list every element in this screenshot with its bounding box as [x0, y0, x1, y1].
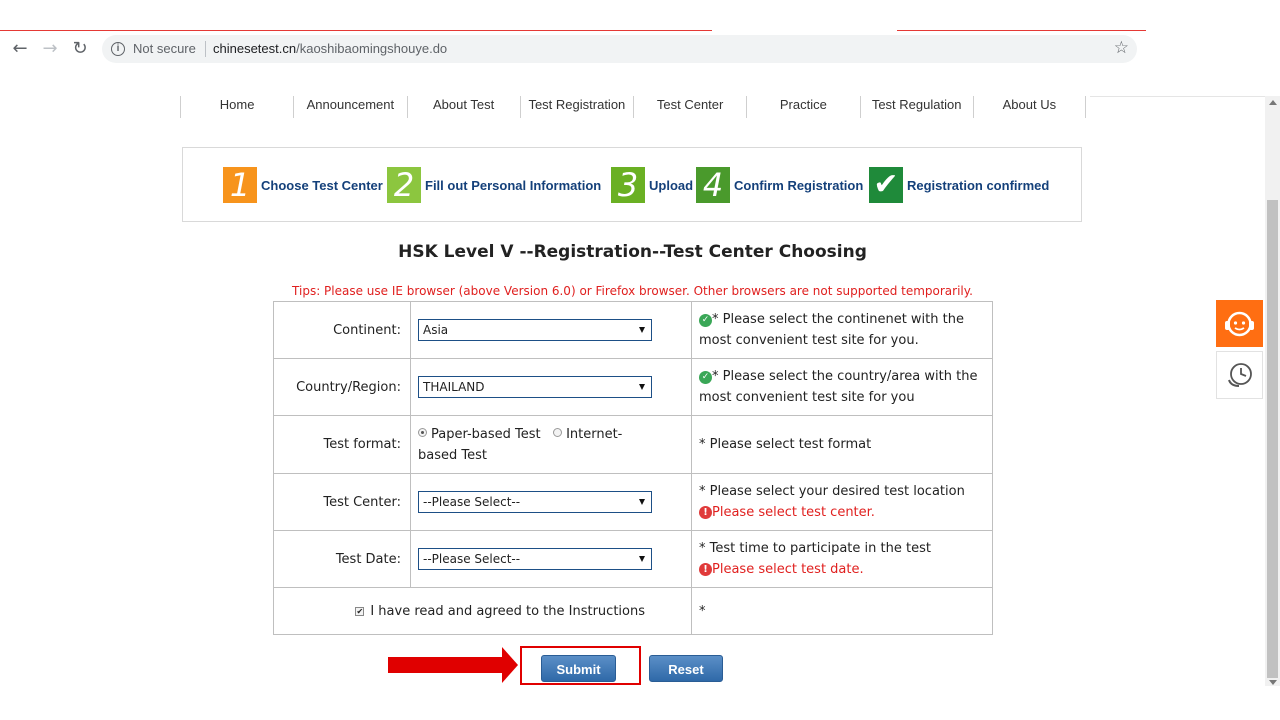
form-row-agree: ✔ I have read and agreed to the Instructi… [273, 587, 993, 635]
center-label: Test Center: [273, 473, 411, 531]
check-circle-icon: ✓ [699, 314, 712, 327]
submit-button[interactable]: Submit [541, 655, 616, 682]
nav-announcement[interactable]: Announcement [293, 96, 406, 118]
step-2: 2 Fill out Personal Information [387, 167, 601, 203]
nav-test-regulation[interactable]: Test Regulation [859, 96, 973, 118]
nav-test-registration[interactable]: Test Registration [519, 96, 633, 118]
nav-about-test[interactable]: About Test [406, 96, 520, 118]
dropdown-arrow-icon [639, 384, 645, 390]
checkmark-icon: ✔ [869, 167, 903, 203]
internet-based-radio[interactable] [553, 427, 563, 437]
error-icon: ! [699, 563, 712, 576]
date-error: Please select test date. [712, 562, 864, 577]
registration-form: Continent: Asia ✓ * Please select the con… [273, 301, 993, 635]
date-label: Test Date: [273, 530, 411, 588]
step-label: Confirm Registration [734, 177, 864, 193]
step-number: 1 [223, 167, 257, 203]
step-number: 2 [387, 167, 421, 203]
registration-steps: 1 Choose Test Center 2 Fill out Personal… [182, 147, 1082, 222]
test-center-select[interactable]: --Please Select-- [418, 491, 652, 513]
step-label: Upload [649, 177, 694, 193]
paper-based-label[interactable]: Paper-based Test [431, 427, 541, 442]
agree-hint: * [691, 587, 993, 635]
address-bar[interactable]: i Not secure chinesetest.cn/kaoshibaomin… [102, 35, 1137, 63]
step-label: Registration confirmed [907, 177, 1050, 193]
nav-practice[interactable]: Practice [746, 96, 859, 118]
step-label: Fill out Personal Information [425, 177, 602, 193]
continent-select[interactable]: Asia [418, 319, 652, 341]
tab-strip-edge [0, 30, 1146, 32]
form-row-center: Test Center: --Please Select-- * Please … [273, 473, 993, 531]
annotation-arrow-head [502, 647, 518, 683]
scrollbar-thumb[interactable] [1267, 200, 1278, 678]
url-text[interactable]: chinesetest.cn/kaoshibaomingshouye.do [213, 41, 447, 56]
date-hint: * Test time to participate in the test [699, 541, 931, 556]
form-row-format: Test format: Paper-based Test Internet-b… [273, 415, 993, 474]
dropdown-arrow-icon [639, 499, 645, 505]
center-error: Please select test center. [712, 505, 875, 520]
form-row-date: Test Date: --Please Select-- * Test time… [273, 530, 993, 588]
dropdown-arrow-icon [639, 556, 645, 562]
bookmark-star-icon[interactable]: ☆ [1114, 38, 1129, 58]
step-number: 3 [611, 167, 645, 203]
scroll-up-icon[interactable] [1269, 100, 1277, 105]
continent-hint: * Please select the continenet with the … [699, 312, 964, 348]
country-label: Country/Region: [273, 358, 411, 416]
step-label: Choose Test Center [261, 177, 383, 193]
agree-label[interactable]: I have read and agreed to the Instructio… [370, 604, 645, 619]
continent-label: Continent: [273, 301, 411, 359]
agree-checkbox[interactable]: ✔ [355, 606, 365, 616]
step-1: 1 Choose Test Center [223, 167, 383, 203]
callback-button[interactable] [1216, 351, 1263, 399]
country-select[interactable]: THAILAND [418, 376, 652, 398]
site-nav: Home Announcement About Test Test Regist… [180, 96, 1086, 118]
browser-tips: Tips: Please use IE browser (above Versi… [292, 284, 973, 298]
browser-toolbar: ← → ↻ i Not secure chinesetest.cn/kaoshi… [0, 34, 1146, 64]
headset-icon [1225, 311, 1254, 337]
page-title: HSK Level V --Registration--Test Center … [398, 242, 867, 262]
format-label: Test format: [273, 415, 411, 474]
annotation-arrow [388, 657, 506, 673]
reload-icon[interactable]: ↻ [69, 38, 91, 60]
step-number: 4 [696, 167, 730, 203]
nav-about-us[interactable]: About Us [972, 96, 1086, 118]
back-arrow-icon[interactable]: ← [9, 38, 31, 60]
scroll-down-icon[interactable] [1269, 680, 1277, 685]
info-icon[interactable]: i [111, 42, 125, 56]
forward-arrow-icon[interactable]: → [39, 38, 61, 60]
paper-based-radio[interactable] [418, 427, 427, 437]
phone-clock-icon [1228, 363, 1252, 387]
center-hint: * Please select your desired test locati… [699, 484, 965, 499]
dropdown-arrow-icon [639, 327, 645, 333]
country-hint: * Please select the country/area with th… [699, 369, 978, 405]
step-3: 3 Upload [611, 167, 693, 203]
error-icon: ! [699, 506, 712, 519]
test-date-select[interactable]: --Please Select-- [418, 548, 652, 570]
form-row-continent: Continent: Asia ✓ * Please select the con… [273, 301, 993, 359]
security-label[interactable]: Not secure [133, 41, 196, 56]
customer-support-button[interactable] [1216, 300, 1263, 347]
reset-button[interactable]: Reset [649, 655, 723, 682]
check-circle-icon: ✓ [699, 371, 712, 384]
nav-home[interactable]: Home [180, 96, 293, 118]
form-row-country: Country/Region: THAILAND ✓ * Please selec… [273, 358, 993, 416]
nav-test-center[interactable]: Test Center [633, 96, 746, 118]
step-4: 4 Confirm Registration [696, 167, 863, 203]
step-5: ✔ Registration confirmed [869, 167, 1049, 203]
format-hint: * Please select test format [691, 415, 993, 474]
